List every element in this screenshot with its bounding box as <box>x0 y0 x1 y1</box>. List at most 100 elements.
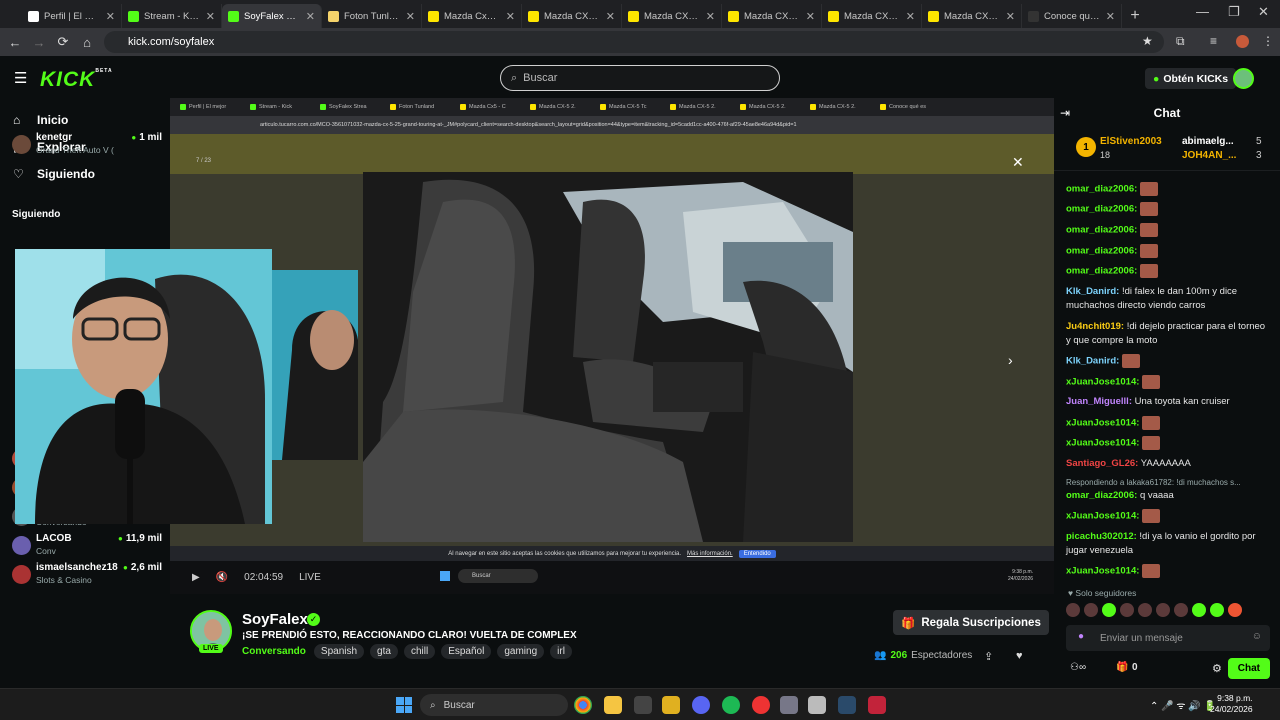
user-avatar[interactable] <box>1233 68 1254 89</box>
close-window-button[interactable]: ✕ <box>1258 4 1269 20</box>
emote-button[interactable] <box>1174 603 1188 617</box>
browser-tab[interactable]: Mazda CX-5 2. ✕ <box>722 4 822 28</box>
chat-username[interactable]: Klk_Danird: <box>1066 286 1119 297</box>
get-kicks-button[interactable]: ● Obtén KICKs <box>1145 68 1237 89</box>
back-button[interactable]: ← <box>3 35 27 50</box>
spotify-icon[interactable] <box>722 696 740 714</box>
taskbar-search[interactable]: ⌕ Buscar <box>420 694 568 716</box>
browser-tab[interactable]: Mazda Cx5 - C ✕ <box>422 4 522 28</box>
emoji-icon[interactable]: ☺ <box>1252 631 1262 642</box>
stream-category[interactable]: Conversando <box>242 646 306 657</box>
tag-chip[interactable]: gaming <box>497 644 545 659</box>
obs-app-icon[interactable] <box>868 696 886 714</box>
tag-chip[interactable]: gta <box>370 644 398 659</box>
chat-username[interactable]: omar_diaz2006: <box>1066 490 1137 501</box>
chat-settings-icon[interactable]: ⚙ <box>1212 662 1222 675</box>
chat-username[interactable]: omar_diaz2006: <box>1066 266 1137 277</box>
emote-button[interactable] <box>1102 603 1116 617</box>
channel-name[interactable]: SoyFalex <box>242 611 308 628</box>
tab-close-icon[interactable]: ✕ <box>706 10 715 23</box>
play-icon[interactable]: ▶ <box>192 572 200 583</box>
system-tray-icons[interactable]: ⌃ 🎤 ᯤ 🔊 🔋 <box>1150 698 1216 712</box>
emote-button[interactable] <box>1228 603 1242 617</box>
chat-username[interactable]: Juan_Miguelll: <box>1066 396 1132 407</box>
maximize-button[interactable]: ❐ <box>1228 4 1240 20</box>
chrome-icon[interactable] <box>574 696 592 714</box>
gift-icon[interactable]: 🎁 <box>1116 662 1128 673</box>
emote-button[interactable] <box>1120 603 1134 617</box>
steam-icon[interactable] <box>838 696 856 714</box>
extensions-icon[interactable]: ⧉ <box>1176 34 1185 49</box>
tab-close-icon[interactable]: ✕ <box>106 10 115 23</box>
chat-username[interactable]: omar_diaz2006: <box>1066 184 1137 195</box>
home-button[interactable]: ⌂ <box>75 35 99 50</box>
tab-close-icon[interactable]: ✕ <box>806 10 815 23</box>
chat-username[interactable]: xJuanJose1014: <box>1066 377 1139 388</box>
tab-close-icon[interactable]: ✕ <box>606 10 615 23</box>
forward-button[interactable]: → <box>27 35 51 50</box>
new-tab-button[interactable]: + <box>1122 4 1148 28</box>
tag-chip[interactable]: Spanish <box>313 644 365 659</box>
browser-menu-icon[interactable]: ⋮ <box>1262 34 1274 48</box>
tab-close-icon[interactable]: ✕ <box>1106 10 1115 23</box>
bookmark-star-icon[interactable]: ★ <box>1142 34 1153 48</box>
kick-logo[interactable]: KICKBETA <box>40 68 113 92</box>
chat-username[interactable]: Ju4nchit019: <box>1066 321 1124 332</box>
warning-app-icon[interactable] <box>662 696 680 714</box>
store-icon[interactable] <box>634 696 652 714</box>
chat-username[interactable]: picachu302012: <box>1066 531 1137 542</box>
emote-button[interactable] <box>1192 603 1206 617</box>
chat-username[interactable]: xJuanJose1014: <box>1066 438 1139 449</box>
chat-username[interactable]: omar_diaz2006: <box>1066 204 1137 215</box>
emote-button[interactable] <box>1156 603 1170 617</box>
tab-close-icon[interactable]: ✕ <box>406 10 415 23</box>
calculator-icon[interactable] <box>808 696 826 714</box>
chat-username[interactable]: omar_diaz2006: <box>1066 246 1137 257</box>
followed-channel[interactable]: kenetgr Grand Theft Auto V (1 mil <box>12 132 162 162</box>
chat-username[interactable]: Santiago_GL26: <box>1066 458 1138 469</box>
tab-close-icon[interactable]: ✕ <box>506 10 515 23</box>
url-field[interactable]: kick.com/soyfalex <box>104 31 1164 53</box>
browser-tab[interactable]: SoyFalex Stream ✕ <box>222 4 322 28</box>
tag-chip[interactable]: chill <box>403 644 436 659</box>
chat-username[interactable]: Klk_Danird: <box>1066 356 1119 367</box>
chat-username[interactable]: xJuanJose1014: <box>1066 511 1139 522</box>
emote-button[interactable] <box>1084 603 1098 617</box>
record-app-icon[interactable] <box>752 696 770 714</box>
followed-channel[interactable]: LACOB Conv 11,9 mil <box>12 533 162 563</box>
chat-username[interactable]: xJuanJose1014: <box>1066 418 1139 429</box>
mic-icon[interactable]: ● <box>1078 631 1084 642</box>
emote-button[interactable] <box>1066 603 1080 617</box>
browser-tab[interactable]: Stream - Kick D ✕ <box>122 4 222 28</box>
chat-username[interactable]: omar_diaz2006: <box>1066 225 1137 236</box>
tab-close-icon[interactable]: ✕ <box>1006 10 1015 23</box>
reload-button[interactable]: ⟳ <box>51 34 75 50</box>
browser-tab[interactable]: Mazda CX-5 2. ✕ <box>822 4 922 28</box>
minimize-button[interactable]: — <box>1196 4 1209 19</box>
taskbar-clock[interactable]: 9:38 p.m. 24/02/2026 <box>1210 693 1253 715</box>
tab-close-icon[interactable]: ✕ <box>306 10 315 23</box>
reading-list-icon[interactable]: ≡ <box>1210 34 1217 48</box>
browser-tab[interactable]: Mazda CX-5 2. ✕ <box>922 4 1022 28</box>
tag-chip[interactable]: Español <box>441 644 492 659</box>
browser-tab[interactable]: Mazda CX-5 Tc ✕ <box>622 4 722 28</box>
send-chat-button[interactable]: Chat <box>1227 658 1270 679</box>
tab-close-icon[interactable]: ✕ <box>906 10 915 23</box>
settings-icon[interactable] <box>780 696 798 714</box>
profile-avatar[interactable] <box>1236 35 1249 48</box>
chat-input[interactable]: ● Enviar un mensaje ☺ <box>1066 625 1270 651</box>
search-input[interactable]: ⌕ Buscar <box>500 65 780 91</box>
browser-tab[interactable]: Perfil | El mejor ✕ <box>22 4 122 28</box>
file-explorer-icon[interactable] <box>604 696 622 714</box>
chat-username[interactable]: xJuanJose1014: <box>1066 566 1139 577</box>
share-icon[interactable]: ⇪ <box>984 650 993 663</box>
tag-chip[interactable]: irl <box>550 644 572 659</box>
discord-icon[interactable] <box>692 696 710 714</box>
gift-subs-button[interactable]: 🎁 Regala Suscripciones <box>893 610 1049 635</box>
emote-button[interactable] <box>1210 603 1224 617</box>
windows-start-icon[interactable] <box>396 697 412 713</box>
sidebar-nav-siguiendo[interactable]: ♡ Siguiendo <box>0 160 170 187</box>
browser-tab[interactable]: Mazda CX-5 2. ✕ <box>522 4 622 28</box>
emote-button[interactable] <box>1138 603 1152 617</box>
tab-close-icon[interactable]: ✕ <box>206 10 215 23</box>
